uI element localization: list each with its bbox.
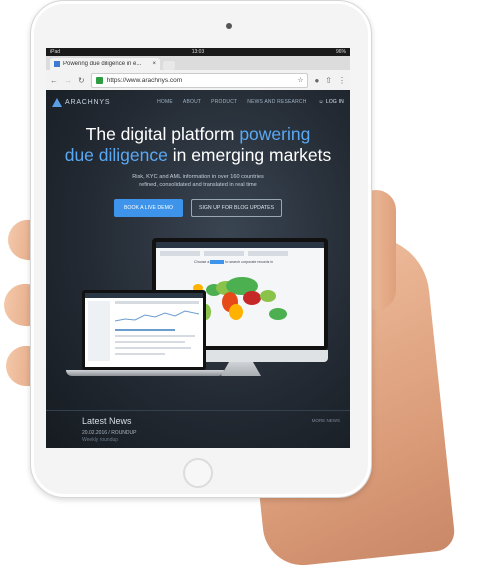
web-page: ARACHNYS HOME ABOUT PRODUCT NEWS AND RES…	[46, 90, 350, 448]
subtext-line: refined, consolidated and translated in …	[139, 182, 257, 188]
status-carrier: iPad	[50, 49, 61, 55]
user-icon: ☺	[318, 99, 324, 105]
news-item-date[interactable]: 20.02.2016 / ROUNDUP	[82, 430, 136, 436]
hero-ctas: BOOK A LIVE DEMO SIGN UP FOR BLOG UPDATE…	[46, 199, 350, 217]
nav-product[interactable]: PRODUCT	[211, 99, 237, 105]
laptop-illustration	[82, 290, 206, 370]
monitor-prompt: Choose a to search corporate records in	[194, 260, 274, 265]
status-bar: iPad 13:03 96%	[46, 48, 350, 56]
headline-accent: powering	[239, 124, 311, 144]
laptop-screen	[85, 293, 203, 367]
subtext-line: Risk, KYC and AML information in over 16…	[132, 174, 264, 180]
lock-icon	[95, 76, 103, 84]
login-link[interactable]: ☺ LOG IN	[319, 99, 344, 105]
latest-news-title: Latest News	[82, 416, 132, 426]
blog-signup-button[interactable]: SIGN UP FOR BLOG UPDATES	[190, 199, 283, 217]
back-icon[interactable]: ←	[50, 76, 58, 85]
status-time: 13:03	[191, 49, 205, 55]
url-field[interactable]: https://www.arachnys.com ☆	[90, 72, 309, 88]
monitor-stand	[221, 362, 261, 376]
monitor-prompt-text: Choose a	[194, 260, 210, 264]
forward-icon[interactable]: →	[64, 76, 72, 85]
logo-text: ARACHNYS	[65, 98, 111, 106]
site-nav: ARACHNYS HOME ABOUT PRODUCT NEWS AND RES…	[46, 90, 350, 114]
book-demo-button[interactable]: BOOK A LIVE DEMO	[113, 199, 183, 217]
laptop-chart	[115, 310, 199, 322]
tablet-screen: iPad 13:03 96% Powering due diligence in…	[46, 48, 350, 448]
laptop-base	[66, 370, 224, 376]
news-item-title[interactable]: Weekly roundup	[82, 437, 118, 443]
hero-headline: The digital platform powering due dilige…	[46, 124, 350, 166]
share-icon[interactable]: ⇧	[325, 76, 332, 85]
star-icon[interactable]: ☆	[298, 76, 304, 84]
mic-icon[interactable]: ●	[314, 76, 319, 85]
home-button[interactable]	[183, 458, 213, 488]
nav-home[interactable]: HOME	[157, 99, 173, 105]
reload-icon[interactable]: ↻	[78, 76, 85, 85]
tab-title: Powering due diligence in e...	[63, 61, 142, 67]
menu-icon[interactable]: ⋮	[338, 76, 346, 85]
close-icon[interactable]: ×	[152, 61, 156, 67]
nav-news[interactable]: NEWS AND RESEARCH	[247, 99, 306, 105]
headline-text: in emerging markets	[167, 145, 332, 165]
headline-accent: due diligence	[64, 145, 168, 165]
headline-text: The digital platform	[85, 124, 240, 144]
new-tab-button[interactable]	[163, 61, 175, 70]
site-logo[interactable]: ARACHNYS	[52, 97, 111, 107]
status-battery: 96%	[335, 49, 346, 55]
nav-about[interactable]: ABOUT	[183, 99, 201, 105]
login-label: LOG IN	[325, 99, 344, 105]
favicon-icon	[54, 61, 60, 67]
hero-subtext: Risk, KYC and AML information in over 16…	[46, 173, 350, 189]
browser-tab[interactable]: Powering due diligence in e... ×	[50, 58, 160, 70]
monitor-prompt-text: to search corporate records in	[225, 260, 274, 264]
news-divider	[46, 410, 350, 411]
browser-tab-bar: Powering due diligence in e... ×	[46, 56, 350, 70]
front-camera	[226, 23, 232, 29]
more-news-link[interactable]: MORE NEWS	[312, 418, 340, 423]
address-bar: ← → ↻ https://www.arachnys.com ☆ ● ⇧ ⋮	[46, 70, 350, 91]
url-text: https://www.arachnys.com	[106, 76, 183, 84]
logo-icon	[52, 97, 62, 107]
